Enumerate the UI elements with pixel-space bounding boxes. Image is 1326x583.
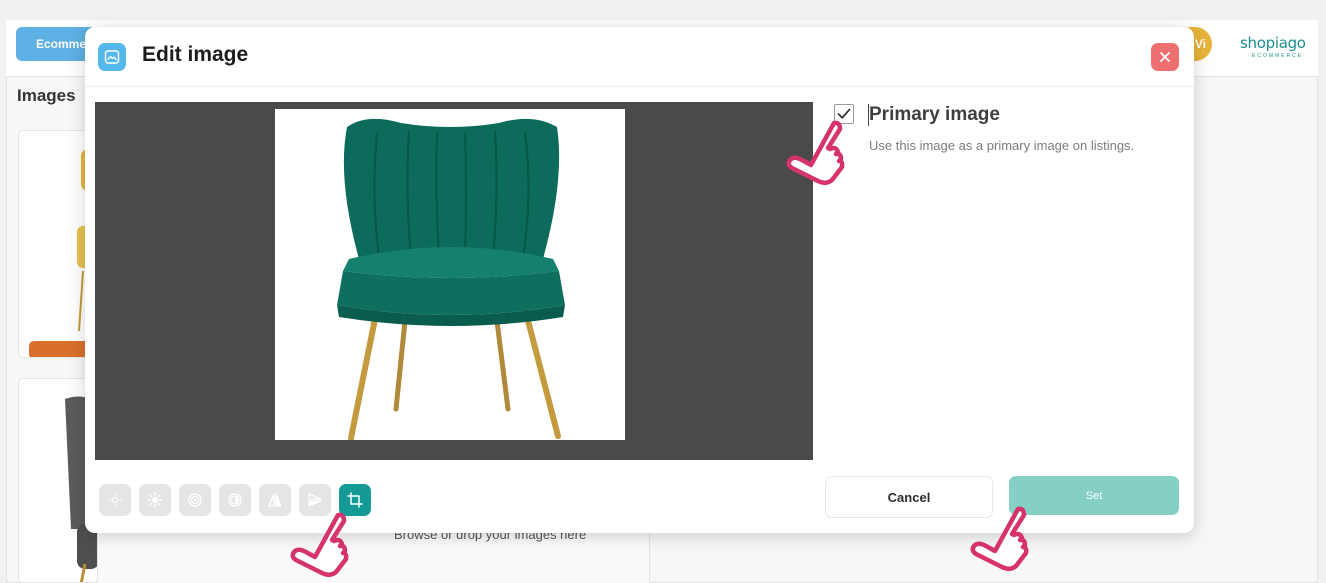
primary-image-label: Primary image [869,104,1000,125]
saturation-button[interactable] [219,484,251,516]
modal-header: Edit image [85,27,1194,87]
brand-name: shopiago [1240,34,1306,52]
tab-ecommerce[interactable]: Ecommerce [16,27,96,61]
crop-tool-button[interactable] [339,484,371,516]
primary-image-description: Use this image as a primary image on lis… [869,138,1135,153]
cancel-button[interactable]: Cancel [825,476,993,518]
set-button[interactable]: Set [1009,476,1179,515]
images-heading: Images [17,86,76,105]
brand-logo: shopiago ECOMMERCE [1240,34,1324,59]
contrast-button[interactable] [179,484,211,516]
flip-vertical-button[interactable] [299,484,331,516]
contrast-icon [188,493,202,507]
brand-tagline: ECOMMERCE [1252,53,1304,59]
flip-vertical-icon [308,493,322,507]
check-icon [837,108,851,119]
saturation-icon [228,493,242,507]
close-button[interactable] [1151,43,1179,71]
green-velvet-chair [337,118,565,441]
image-icon [98,43,126,71]
brightness-low-icon [108,493,122,507]
modal-title: Edit image [142,43,249,66]
flip-horizontal-button[interactable] [259,484,291,516]
product-image [275,109,625,441]
crop-icon [347,492,363,508]
primary-image-checkbox[interactable] [834,104,854,124]
brightness-down-button[interactable] [99,484,131,516]
brightness-up-button[interactable] [139,484,171,516]
close-icon [1160,52,1170,62]
image-editor-canvas[interactable] [95,102,813,460]
flip-horizontal-icon [268,493,282,507]
edit-image-modal: Edit image Primary image Use this image … [85,27,1194,533]
brightness-high-icon [147,492,163,508]
image-tools-toolbar [99,484,371,516]
